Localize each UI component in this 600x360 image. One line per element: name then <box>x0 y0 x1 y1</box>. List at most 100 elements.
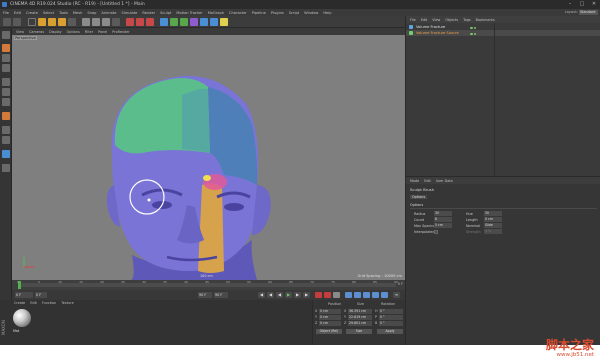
texture-mode-icon[interactable] <box>2 54 10 62</box>
menu-mesh[interactable]: Mesh <box>73 11 82 15</box>
viewport-menu-panel[interactable]: Panel <box>98 30 107 34</box>
undo-icon[interactable] <box>3 18 11 26</box>
play-reverse-icon[interactable]: ◀ <box>276 292 283 298</box>
menu-file[interactable]: File <box>3 11 9 15</box>
autokey-icon[interactable] <box>324 292 331 298</box>
menu-tools[interactable]: Tools <box>59 11 68 15</box>
scale-key-icon[interactable] <box>354 292 361 298</box>
viewport-menu-prorender[interactable]: ProRender <box>112 30 129 34</box>
timeline[interactable]: 0 5 10 15 20 25 30 35 40 45 50 55 60 65 70 75 80 85 90 0 F <box>12 280 405 290</box>
recent-tools-icon[interactable] <box>68 18 76 26</box>
menu-simulate[interactable]: Simulate <box>121 11 137 15</box>
timeline-menu-icon[interactable]: ≡ <box>393 292 400 298</box>
position-x-field[interactable]: 0 cm <box>319 309 341 314</box>
end-frame-field[interactable]: 90 F <box>198 292 212 298</box>
om-menu-objects[interactable]: Objects <box>445 18 458 22</box>
next-key-icon[interactable]: ▶ <box>294 292 301 298</box>
rotation-p-field[interactable]: 0 ° <box>379 315 403 320</box>
deformer-icon[interactable] <box>190 18 198 26</box>
viewport-menu-filter[interactable]: Filter <box>85 30 93 34</box>
viewport-menu-options[interactable]: Options <box>67 30 80 34</box>
perspective-viewport[interactable]: Perspective 100 cm Grid Spacing: 10000 … <box>12 35 405 280</box>
record-keys-icon[interactable] <box>315 292 322 298</box>
keyframe-selection-icon[interactable] <box>333 292 340 298</box>
menu-sculpt[interactable]: Sculpt <box>160 11 171 15</box>
stamp-dropdown[interactable]: Slide <box>484 223 502 228</box>
size-z-field[interactable]: 29.601 cm <box>348 321 372 326</box>
close-icon[interactable]: ✕ <box>588 0 600 9</box>
coord-size-dropdown[interactable]: Size <box>346 329 372 334</box>
coord-apply-button[interactable]: Apply <box>377 329 403 334</box>
coordinate-system-icon[interactable] <box>112 18 120 26</box>
viewport-solo-icon[interactable] <box>2 136 10 144</box>
interpolated-checkbox[interactable] <box>434 230 438 234</box>
minimize-icon[interactable]: – <box>564 0 576 9</box>
rotate-tool-icon[interactable] <box>58 18 66 26</box>
menu-create[interactable]: Create <box>26 11 38 15</box>
material-menu-edit[interactable]: Edit <box>30 301 37 305</box>
subdivision-icon[interactable] <box>170 18 178 26</box>
move-tool-icon[interactable] <box>38 18 46 26</box>
menu-help[interactable]: Help <box>323 11 331 15</box>
size-y-field[interactable]: 22.619 cm <box>348 315 372 320</box>
lock-x-axis-icon[interactable] <box>82 18 90 26</box>
pla-key-icon[interactable] <box>381 292 388 298</box>
enable-snap-icon[interactable] <box>2 150 10 158</box>
coord-mode-dropdown[interactable]: Object (Rel) <box>316 329 342 334</box>
rotation-key-icon[interactable] <box>363 292 370 298</box>
hue-field[interactable]: 30 <box>484 211 502 216</box>
menu-character[interactable]: Character <box>229 11 247 15</box>
menu-plugins[interactable]: Plugins <box>271 11 284 15</box>
menu-animate[interactable]: Animate <box>101 11 116 15</box>
polygons-mode-icon[interactable] <box>2 98 10 106</box>
om-menu-bookmarks[interactable]: Bookmarks <box>476 18 495 22</box>
environment-icon[interactable] <box>200 18 208 26</box>
material-menu-texture[interactable]: Texture <box>61 301 73 305</box>
menu-edit[interactable]: Edit <box>14 11 21 15</box>
render-view-icon[interactable] <box>126 18 134 26</box>
lock-y-axis-icon[interactable] <box>92 18 100 26</box>
model-mode-icon[interactable] <box>2 44 10 52</box>
menu-window[interactable]: Window <box>304 11 318 15</box>
position-y-field[interactable]: 0 cm <box>319 315 341 320</box>
edges-mode-icon[interactable] <box>2 88 10 96</box>
object-row-selected[interactable]: Volume Fracture Source <box>406 30 600 36</box>
radius-field[interactable]: 30 <box>434 211 452 216</box>
live-selection-icon[interactable] <box>28 18 36 26</box>
play-icon[interactable]: ▶ <box>285 292 292 298</box>
goto-start-icon[interactable]: ◀ <box>258 292 265 298</box>
visibility-dots[interactable] <box>470 31 490 35</box>
preview-end-frame-field[interactable]: 90 F <box>214 292 228 298</box>
rotation-b-field[interactable]: 0 ° <box>379 321 403 326</box>
menu-select[interactable]: Select <box>43 11 54 15</box>
maximize-icon[interactable]: □ <box>576 0 588 9</box>
generator-icon[interactable] <box>180 18 188 26</box>
strength-field[interactable]: 4 % <box>484 229 502 234</box>
menu-snap[interactable]: Snap <box>87 11 96 15</box>
camera-icon[interactable] <box>210 18 218 26</box>
am-menu-mode[interactable]: Mode <box>410 179 419 183</box>
cube-icon[interactable] <box>160 18 168 26</box>
am-menu-user-data[interactable]: User Data <box>436 179 453 183</box>
prev-key-icon[interactable]: ◀ <box>267 292 274 298</box>
make-editable-icon[interactable] <box>2 31 10 39</box>
lock-z-axis-icon[interactable] <box>102 18 110 26</box>
length-field[interactable]: 0 cm <box>484 217 502 222</box>
max-spacing-field[interactable]: 5 cm <box>434 223 452 228</box>
viewport-menu-display[interactable]: Display <box>49 30 62 34</box>
render-picture-viewer-icon[interactable] <box>136 18 144 26</box>
material-menu-create[interactable]: Create <box>14 301 25 305</box>
light-icon[interactable] <box>220 18 228 26</box>
render-settings-icon[interactable] <box>146 18 154 26</box>
points-mode-icon[interactable] <box>2 78 10 86</box>
menu-pipeline[interactable]: Pipeline <box>252 11 266 15</box>
rotation-h-field[interactable]: 0 ° <box>379 309 403 314</box>
tweak-mode-icon[interactable] <box>2 126 10 134</box>
position-z-field[interactable]: 0 cm <box>319 321 341 326</box>
layout-select[interactable]: Standard <box>579 10 598 15</box>
goto-end-icon[interactable]: ▶ <box>303 292 310 298</box>
head-mesh-render[interactable] <box>12 35 405 280</box>
menu-render[interactable]: Render <box>142 11 155 15</box>
material-name[interactable]: Mat <box>13 329 19 333</box>
om-menu-edit[interactable]: Edit <box>421 18 428 22</box>
